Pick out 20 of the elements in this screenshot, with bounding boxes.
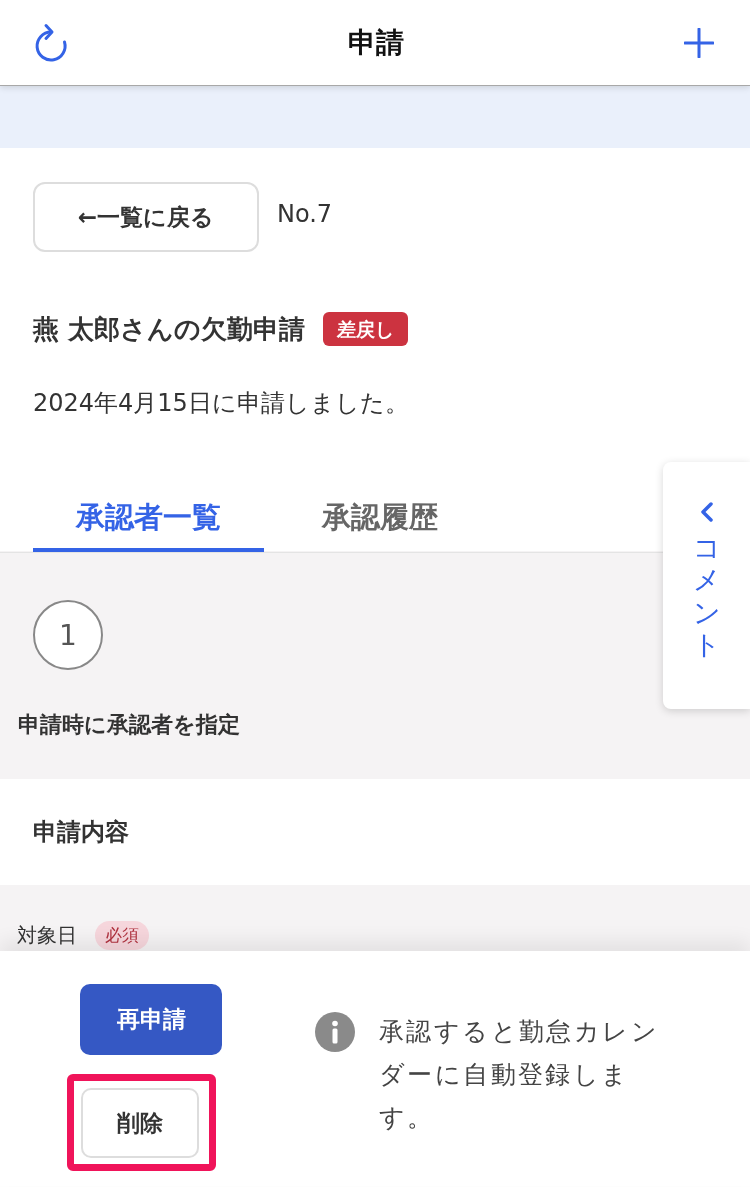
section-title: 申請内容 <box>33 817 129 848</box>
field-label: 対象日 <box>17 922 77 949</box>
back-button[interactable]: ←一覧に戻る <box>33 182 259 252</box>
tab[interactable]: 承認履歴 <box>264 487 495 552</box>
delete-button[interactable]: 削除 <box>81 1088 199 1158</box>
request-number: No.7 <box>277 199 333 230</box>
info-icon <box>315 1012 355 1052</box>
resubmit-button[interactable]: 再申請 <box>80 984 222 1055</box>
comment-tab[interactable]: コメント <box>663 462 750 709</box>
submitted-date: 2024年4月15日に申請しました。 <box>33 388 409 419</box>
page-title: 申請 <box>348 24 404 61</box>
step-number: 1 <box>33 600 103 670</box>
chevron-left-icon <box>699 502 714 522</box>
request-title: 燕 太郎さんの欠勤申請 <box>33 313 306 346</box>
status-badge: 差戻し <box>323 312 409 346</box>
refresh-icon[interactable] <box>34 22 68 63</box>
info-text: 承認すると勤怠カレンダーに自動登録します。 <box>379 1016 660 1134</box>
required-badge: 必須 <box>95 920 149 950</box>
add-icon[interactable] <box>684 27 714 58</box>
step-description: 申請時に承認者を指定 <box>18 711 240 739</box>
